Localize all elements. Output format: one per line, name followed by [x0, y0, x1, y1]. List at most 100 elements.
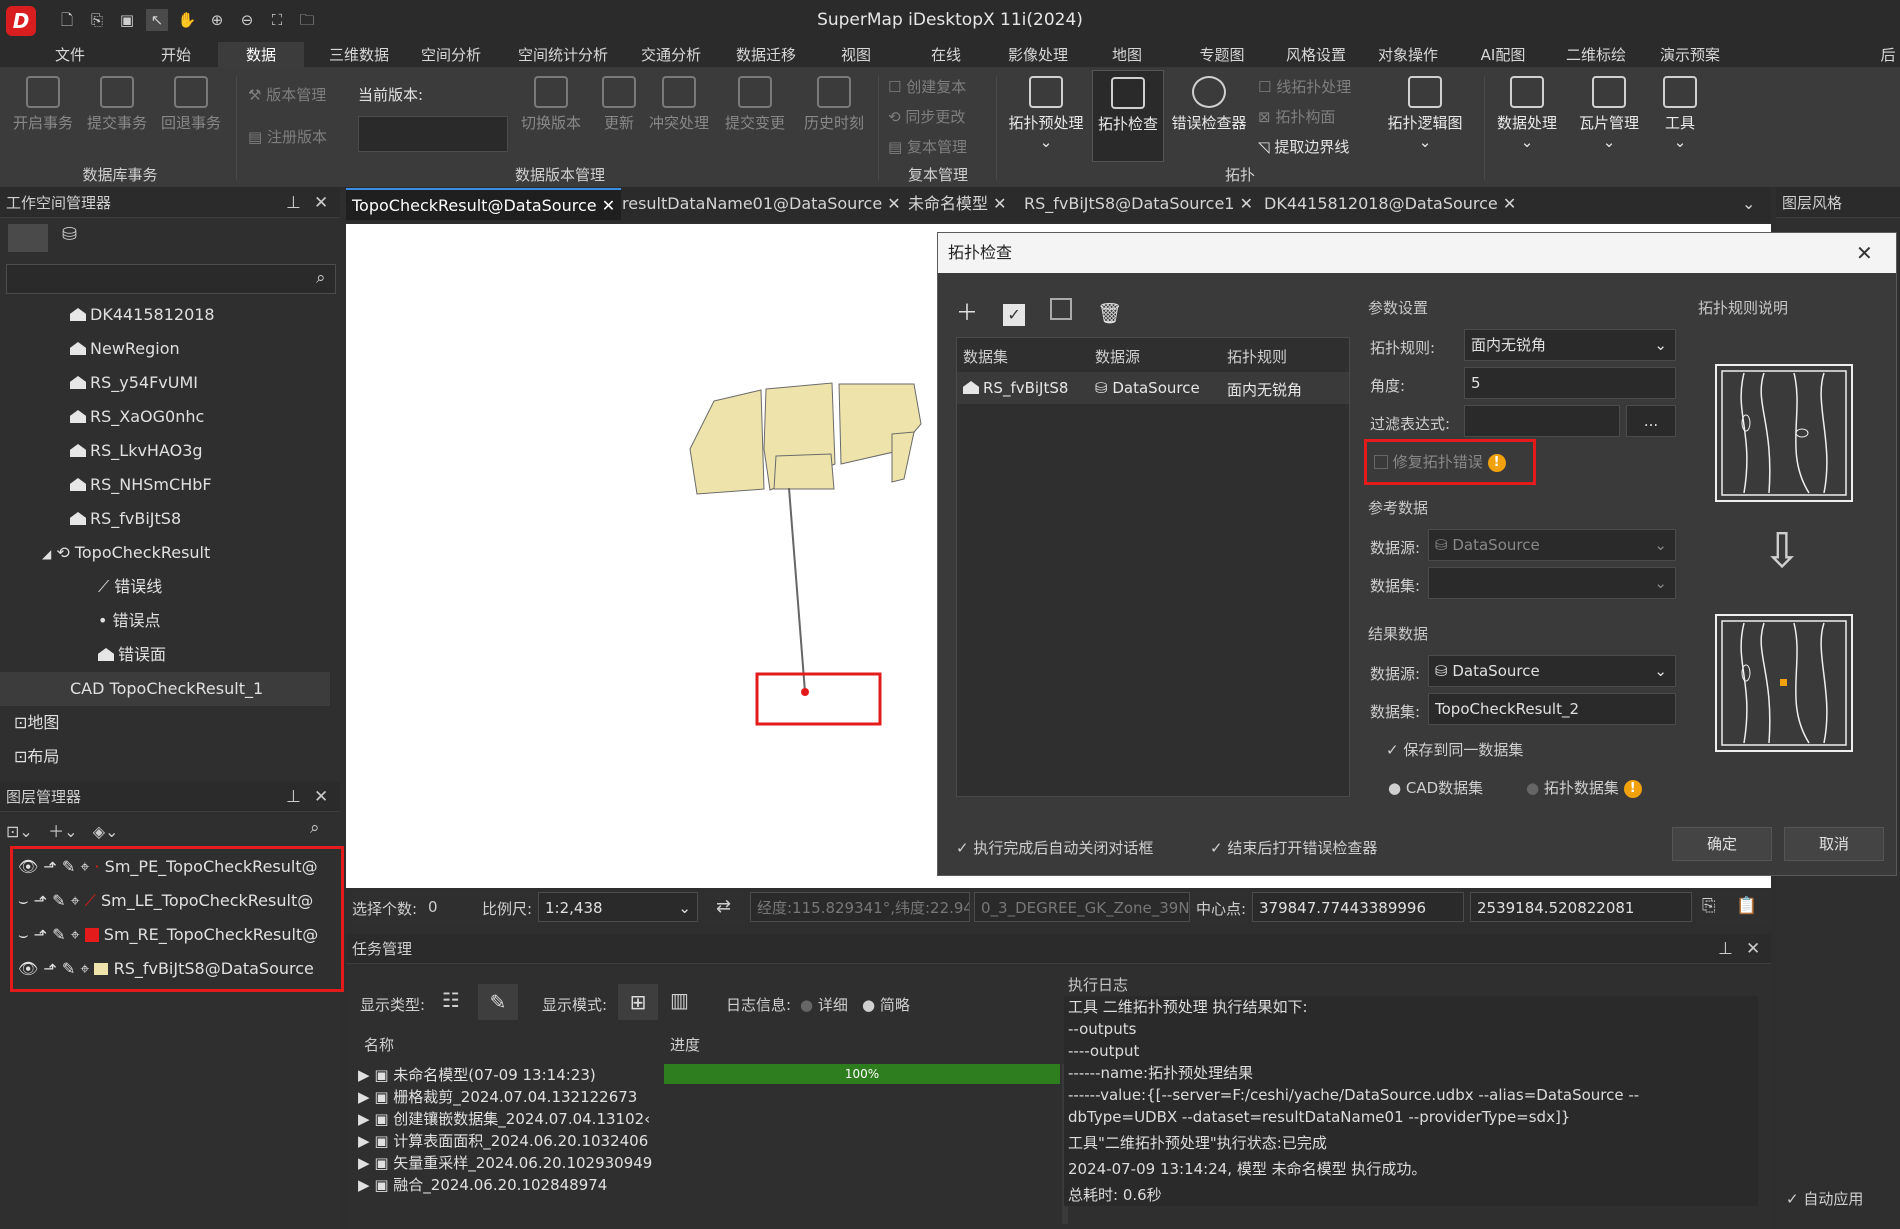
- switch-version-button[interactable]: 切换版本: [516, 76, 586, 133]
- history-button[interactable]: 历史时刻: [798, 76, 870, 133]
- visible-icon[interactable]: 👁: [18, 959, 38, 978]
- menu-11[interactable]: 地图: [1105, 42, 1149, 68]
- expand-icon[interactable]: ▶: [358, 1110, 370, 1128]
- menu-14[interactable]: 对象操作: [1370, 42, 1446, 68]
- auto-apply-checkbox[interactable]: ✓ 自动应用: [1786, 1188, 1863, 1209]
- topo-logic-graph-button[interactable]: 拓扑逻辑图 ⌄: [1380, 76, 1470, 151]
- center-y-input[interactable]: 2539184.520822081: [1470, 892, 1692, 922]
- res-datasource-select[interactable]: ⛁ DataSource ⌄: [1428, 655, 1676, 687]
- layer-item[interactable]: ⌣ ⬏ ✎ ⌖ Sm_RE_TopoCheckResult@: [18, 918, 342, 952]
- expand-icon[interactable]: ▶: [358, 1088, 370, 1106]
- tab-1[interactable]: resultDataName01@DataSource ✕: [616, 188, 907, 220]
- tree-item[interactable]: ⊡地图: [0, 706, 330, 740]
- close-icon[interactable]: ✕: [887, 194, 900, 213]
- tab-3[interactable]: RS_fvBiJtS8@DataSource1 ✕: [1018, 188, 1259, 220]
- menu-15[interactable]: AI配图: [1472, 42, 1534, 68]
- tab-2[interactable]: 未命名模型 ✕: [902, 188, 1013, 220]
- center-x-input[interactable]: 379847.77443389996: [1252, 892, 1464, 922]
- menu-3[interactable]: 三维数据: [322, 42, 396, 68]
- task-row[interactable]: ▶ ▣ 未命名模型(07-09 13:14:23) 100%: [358, 1064, 1068, 1086]
- select-icon[interactable]: ⬏: [34, 925, 47, 944]
- tree-item[interactable]: CAD TopoCheckResult_1: [0, 672, 330, 706]
- version-manage-button[interactable]: ⚒ 版本管理: [248, 84, 326, 105]
- close-icon[interactable]: ✕: [602, 196, 615, 215]
- tree-item[interactable]: ◢ ⟲ TopoCheckResult: [0, 536, 330, 570]
- list-type-icon[interactable]: ☷: [442, 988, 460, 1012]
- task-row[interactable]: ▶ ▣ 计算表面面积_2024.06.20.1032406: [358, 1130, 1068, 1152]
- close-icon[interactable]: ✕: [993, 194, 1006, 213]
- snap-icon[interactable]: ⌖: [80, 959, 89, 978]
- expand-icon[interactable]: ▶: [358, 1066, 370, 1084]
- auto-close-checkbox[interactable]: ✓ 执行完成后自动关闭对话框: [956, 837, 1153, 858]
- task-row[interactable]: ▶ ▣ 创建镶嵌数据集_2024.07.04.13102‹: [358, 1108, 1068, 1130]
- snap-icon[interactable]: ⌖: [71, 891, 80, 910]
- res-dataset-input[interactable]: TopoCheckResult_2: [1428, 693, 1676, 725]
- expand-icon[interactable]: ▶: [358, 1132, 370, 1150]
- tree-item[interactable]: RS_NHSmCHbF: [0, 468, 330, 502]
- workspace-search-input[interactable]: [6, 264, 336, 294]
- add-icon[interactable]: ＋: [956, 301, 978, 326]
- open-checker-checkbox[interactable]: ✓ 结束后打开错误检查器: [1210, 837, 1377, 858]
- visible-icon[interactable]: ⌣: [18, 891, 29, 910]
- paste-icon[interactable]: 📋: [1736, 896, 1757, 916]
- current-version-field[interactable]: [358, 116, 508, 152]
- create-replica-button[interactable]: ☐ 创建复本: [888, 76, 966, 97]
- error-checker-button[interactable]: 错误检查器: [1166, 76, 1252, 133]
- snap-icon[interactable]: ⌖: [71, 925, 80, 944]
- conflict-button[interactable]: 冲突处理: [644, 76, 714, 133]
- repair-errors-checkbox[interactable]: 修复拓扑错误 !: [1374, 451, 1506, 472]
- close-icon[interactable]: ✕: [314, 782, 328, 812]
- layer-toolbar[interactable]: ⊡⌄ ＋⌄ ◈⌄: [6, 818, 118, 842]
- layer-item[interactable]: 👁 ⬏ ✎ ⌖ RS_fvBiJtS8@DataSource: [18, 952, 342, 986]
- tree-item[interactable]: • 错误点: [0, 604, 330, 638]
- cad-dataset-radio[interactable]: ● CAD数据集: [1388, 777, 1483, 798]
- close-icon[interactable]: ✕: [1746, 934, 1760, 964]
- task-row[interactable]: ▶ ▣ 矢量重采样_2024.06.20.102930949: [358, 1152, 1068, 1174]
- menu-13[interactable]: 风格设置: [1278, 42, 1354, 68]
- visible-icon[interactable]: ⌣: [18, 925, 29, 944]
- snap-icon[interactable]: ⌖: [80, 857, 89, 876]
- select-icon[interactable]: ⬏: [43, 959, 56, 978]
- topo-preprocess-button[interactable]: 拓扑预处理 ⌄: [1006, 76, 1086, 151]
- visible-icon[interactable]: 👁: [18, 857, 38, 876]
- copy-icon[interactable]: ⎘: [1702, 896, 1716, 916]
- ref-datasource-select[interactable]: ⛁ DataSource ⌄: [1428, 529, 1676, 561]
- commit-transaction-button[interactable]: 提交事务: [82, 76, 152, 133]
- menu-12[interactable]: 专题图: [1192, 42, 1252, 68]
- menu-17[interactable]: 演示预案: [1652, 42, 1728, 68]
- close-icon[interactable]: ✕: [1856, 233, 1873, 273]
- menu-5[interactable]: 空间统计分析: [508, 42, 618, 68]
- ok-button[interactable]: 确定: [1672, 827, 1772, 861]
- detail-radio[interactable]: ● 详细: [800, 994, 848, 1015]
- extract-boundary-button[interactable]: ◹ 提取边界线: [1258, 136, 1349, 157]
- tab-0[interactable]: TopoCheckResult@DataSource ✕: [346, 188, 622, 220]
- tree-item[interactable]: ⟋ 错误线: [0, 570, 330, 604]
- rollback-transaction-button[interactable]: 回退事务: [156, 76, 226, 133]
- grid-mode-icon[interactable]: ⊞: [618, 984, 658, 1020]
- rule-select[interactable]: 面内无锐角 ⌄: [1464, 329, 1676, 361]
- topo-build-polygon-button[interactable]: ⊠ 拓扑构面: [1258, 106, 1335, 127]
- table-row[interactable]: RS_fvBiJtS8 ⛁ DataSource 面内无锐角: [957, 372, 1349, 404]
- tree-item[interactable]: ⊡布局: [0, 740, 330, 774]
- search-icon[interactable]: ⌕: [310, 818, 320, 838]
- menu-6[interactable]: 交通分析: [634, 42, 708, 68]
- close-icon[interactable]: ✕: [1503, 194, 1516, 213]
- menu-8[interactable]: 视图: [834, 42, 878, 68]
- menu-more[interactable]: 后: [1878, 42, 1898, 68]
- edit-icon[interactable]: ✎: [62, 959, 75, 978]
- filter-input[interactable]: [1464, 405, 1620, 437]
- tree-item[interactable]: RS_fvBiJtS8: [0, 502, 330, 536]
- cancel-button[interactable]: 取消: [1784, 827, 1884, 861]
- menu-16[interactable]: 二维标绘: [1558, 42, 1634, 68]
- scale-select[interactable]: 1:2,438 ⌄: [538, 892, 698, 922]
- column-mode-icon[interactable]: ▥: [670, 988, 689, 1012]
- pin-icon[interactable]: ⊥: [286, 188, 301, 218]
- swap-icon[interactable]: ⇄: [716, 896, 731, 917]
- close-icon[interactable]: ✕: [1240, 194, 1253, 213]
- expand-icon[interactable]: ▶: [358, 1154, 370, 1172]
- menu-7[interactable]: 数据迁移: [728, 42, 804, 68]
- database-icon[interactable]: ⛁: [62, 224, 92, 252]
- expand-icon[interactable]: ▶: [358, 1176, 370, 1194]
- invert-select-icon[interactable]: [1050, 298, 1073, 320]
- menu-10[interactable]: 影像处理: [1000, 42, 1076, 68]
